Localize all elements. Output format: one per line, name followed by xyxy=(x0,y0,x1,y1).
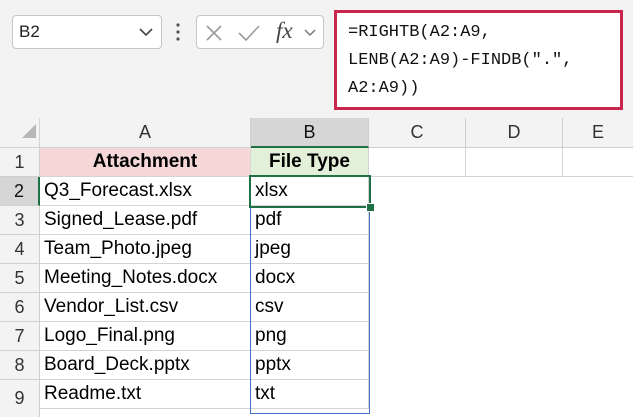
file-type-cell[interactable]: csv xyxy=(251,293,369,322)
row-header-1[interactable]: 1 xyxy=(0,148,40,177)
vertical-dots-icon[interactable] xyxy=(175,21,181,48)
name-box[interactable]: B2 xyxy=(12,15,162,49)
attachment-header-cell[interactable]: Attachment xyxy=(40,148,251,177)
select-all-corner[interactable] xyxy=(0,118,40,148)
cell-c1[interactable] xyxy=(369,148,466,177)
formula-controls: fx xyxy=(196,15,324,49)
row-header-3[interactable]: 3 xyxy=(0,206,40,235)
enter-check-icon[interactable] xyxy=(237,24,261,47)
file-type-cell[interactable]: pptx xyxy=(251,351,369,380)
column-header-a[interactable]: A xyxy=(40,118,251,148)
row-header-2[interactable]: 2 xyxy=(0,177,40,206)
attachment-cell[interactable]: Meeting_Notes.docx xyxy=(40,264,251,293)
attachment-cell[interactable]: Vendor_List.csv xyxy=(40,293,251,322)
attachment-cell[interactable]: Q3_Forecast.xlsx xyxy=(40,177,251,206)
formula-toolbar: B2 fx =RIGHTB(A2:A9, LENB(A2:A9)-FINDB("… xyxy=(0,0,633,118)
formula-line: =RIGHTB(A2:A9, xyxy=(348,23,491,42)
column-header-c[interactable]: C xyxy=(369,118,466,148)
fill-handle[interactable] xyxy=(366,203,375,212)
formula-bar[interactable]: =RIGHTB(A2:A9, LENB(A2:A9)-FINDB(".", A2… xyxy=(334,10,623,110)
file-type-cell[interactable]: docx xyxy=(251,264,369,293)
column-header-e[interactable]: E xyxy=(563,118,633,148)
select-all-icon xyxy=(22,122,36,144)
row-header-6[interactable]: 6 xyxy=(0,293,40,322)
insert-function-button[interactable]: fx xyxy=(276,18,293,44)
cell-e1[interactable] xyxy=(563,148,633,177)
row-header-5[interactable]: 5 xyxy=(0,264,40,293)
file-type-cell[interactable]: xlsx xyxy=(251,177,369,206)
attachment-cell[interactable]: Team_Photo.jpeg xyxy=(40,235,251,264)
formula-line: LENB(A2:A9)-FINDB(".", xyxy=(348,51,573,70)
column-header-d[interactable]: D xyxy=(466,118,563,148)
attachment-cell[interactable]: Logo_Final.png xyxy=(40,322,251,351)
cancel-icon[interactable] xyxy=(205,24,223,47)
column-header-b[interactable]: B xyxy=(251,118,369,148)
row-header-7[interactable]: 7 xyxy=(0,322,40,351)
file-type-cell[interactable]: pdf xyxy=(251,206,369,235)
chevron-down-icon[interactable] xyxy=(138,22,154,47)
row-header-9[interactable]: 9 xyxy=(0,380,40,417)
name-box-value: B2 xyxy=(19,22,40,41)
row-header-8[interactable]: 8 xyxy=(0,351,40,380)
row-header-4[interactable]: 4 xyxy=(0,235,40,264)
file-type-cell[interactable]: jpeg xyxy=(251,235,369,264)
file-type-header-cell[interactable]: File Type xyxy=(251,148,369,177)
cell-d1[interactable] xyxy=(466,148,563,177)
formula-line: A2:A9)) xyxy=(348,79,420,98)
attachment-cell[interactable]: Signed_Lease.pdf xyxy=(40,206,251,235)
attachment-cell[interactable]: Readme.txt xyxy=(40,380,251,409)
file-type-cell[interactable]: png xyxy=(251,322,369,351)
attachment-cell[interactable]: Board_Deck.pptx xyxy=(40,351,251,380)
chevron-down-icon[interactable] xyxy=(303,25,317,46)
file-type-cell[interactable]: txt xyxy=(251,380,369,409)
